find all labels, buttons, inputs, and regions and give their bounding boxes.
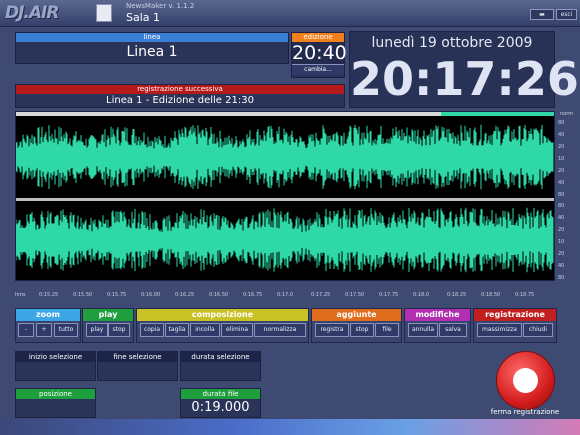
db-label: 10 [558,156,565,162]
play-stop-button[interactable]: stop [108,323,130,337]
db-label: 10 [558,239,565,245]
time-tick-label: 0:17.75 [379,292,399,298]
selection-end-label: fine selezione [98,352,177,362]
composizione-label: composizione [191,310,254,319]
db-label: 40 [558,263,565,269]
exit-button[interactable]: esci [556,9,577,20]
modifiche-group: modifiche annulla salva [404,308,471,343]
room-label: Sala 1 [126,11,161,24]
db-label: 40 [558,215,565,221]
clock-time: 20:17:26 [350,52,579,106]
composizione-taglia-button[interactable]: taglia [165,323,189,337]
progress-bar [0,419,580,435]
db-label: 20 [558,168,565,174]
minimize-button[interactable]: ▬ [530,9,554,20]
time-axis: 0:15.25 0:15.50 0:15.75 0:16.00 0:16.25 0:16.… [15,292,555,300]
aggiunte-file-button[interactable]: file [375,323,399,337]
modifiche-label: modifiche [415,310,460,319]
aggiunte-registra-button[interactable]: registra [315,323,349,337]
file-duration-label: durata file [181,389,260,399]
modifiche-salva-button[interactable]: salva [439,323,467,337]
file-duration-field: durata file 0:19.000 [180,388,261,418]
db-label: 20 [558,251,565,257]
time-tick-label: 0:18.25 [447,292,467,298]
waveform-svg [15,112,554,280]
selection-start-label: inizio selezione [16,352,95,362]
date-label: lunedì 19 ottobre 2009 [371,35,533,51]
app-name: NewsMaker v. 1.1.2 [126,2,195,10]
clock-panel: lunedì 19 ottobre 2009 20:17:26 [349,31,579,108]
time-tick-label: 0:15.75 [107,292,127,298]
position-label: posizione [16,389,95,399]
edizione-panel: edizione 20:40 cambia... [291,32,347,78]
app-logo: DJ.AIR [5,3,59,23]
minimize-icon: ▬ [539,11,545,18]
composizione-normalizza-button[interactable]: normalizza [254,323,306,337]
time-tick-label: 0:16.50 [209,292,229,298]
db-label: 80 [558,192,565,198]
db-label: 80 [558,120,565,126]
registrazione-massimizza-button[interactable]: massimizza [477,323,522,337]
aggiunte-group: aggiunte registra stop file [311,308,402,343]
linea-panel: linea Linea 1 [15,32,289,64]
next-recording-value: Linea 1 - Edizione delle 21:30 [106,95,254,106]
aggiunte-stop-button[interactable]: stop [350,323,374,337]
file-duration-value: 0:19.000 [191,400,250,415]
next-recording-panel: registrazione successiva Linea 1 - Edizi… [15,84,345,108]
composizione-copia-button[interactable]: copia [140,323,164,337]
time-tick-label: 0:18.75 [515,292,535,298]
zoom-tutto-button[interactable]: tutto [54,323,78,337]
db-label: 40 [558,132,565,138]
record-icon [513,368,538,393]
next-recording-header: registrazione successiva [16,85,344,94]
zoom-label: zoom [36,310,60,319]
time-tick-label: 0:15.25 [39,292,59,298]
play-play-button[interactable]: play [86,323,108,337]
composizione-incolla-button[interactable]: incolla [190,323,220,337]
modifiche-annulla-button[interactable]: annulla [408,323,438,337]
edizione-header: edizione [292,33,344,42]
aggiunte-label: aggiunte [336,310,377,319]
time-tick-label: 0:16.75 [243,292,263,298]
selection-duration-field[interactable]: durata selezione [180,351,261,381]
edizione-value: 20:40 [292,42,347,64]
selection-end-field[interactable]: fine selezione [97,351,178,381]
linea-value: Linea 1 [126,44,178,60]
time-tick-label: 0:17.25 [311,292,331,298]
db-label: 80 [558,275,565,281]
stop-recording-button[interactable] [496,351,555,410]
zoom-+-button[interactable]: + [36,323,52,337]
stop-recording-label: ferma registrazione [490,408,560,416]
db-label: 20 [558,227,565,233]
norm-label: norm [560,111,574,117]
db-label: 80 [558,203,565,209]
play-label: play [98,310,118,319]
registrazione-label: registrazione [485,310,545,319]
time-tick-label: 0:16.00 [141,292,161,298]
selection-duration-label: durata selezione [181,352,260,362]
linea-header: linea [16,33,288,42]
registrazione-chiudi-button[interactable]: chiudi [523,323,553,337]
time-tick-label: 0:18.50 [481,292,501,298]
composizione-group: composizione copia taglia incolla elimina nor… [136,308,309,343]
time-tick-label: 0:16.25 [175,292,195,298]
db-label: 20 [558,144,565,150]
composizione-elimina-button[interactable]: elimina [221,323,253,337]
position-field[interactable]: posizione [15,388,96,418]
db-scale: 80 40 20 10 20 40 80 80 40 20 10 20 40 80 [558,120,578,281]
selection-start-field[interactable]: inizio selezione [15,351,96,381]
time-tick-label: 0:18.0 [413,292,429,298]
change-edition-button[interactable]: cambia... [292,64,344,75]
registrazione-group: registrazione massimizza chiudi [473,308,557,343]
time-tick-label: 0:17.50 [345,292,365,298]
zoom-group: zoom - + tutto [15,308,81,343]
time-tick-label: 0:15.50 [73,292,93,298]
db-label: 40 [558,180,565,186]
waveform-display[interactable] [15,111,555,281]
zoom---button[interactable]: - [18,323,34,337]
play-group: play play stop [82,308,134,343]
time-tick-label: 0:17.0 [277,292,293,298]
document-icon [96,4,112,22]
